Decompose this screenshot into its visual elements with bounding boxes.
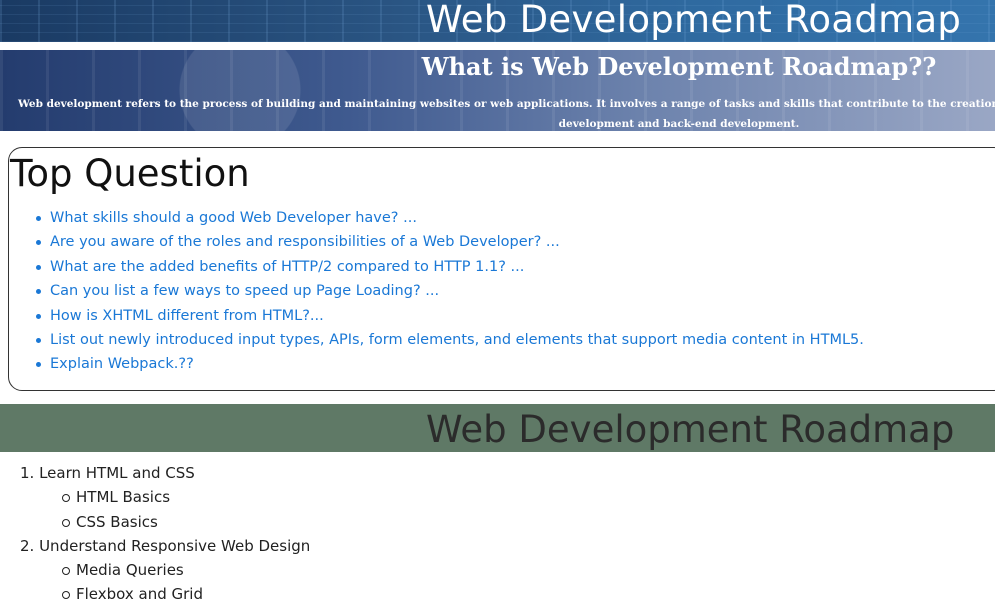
questions-list: What skills should a good Web Developer … (36, 206, 864, 377)
intro-heading: What is Web Development Roadmap?? (421, 52, 937, 81)
roadmap-banner: Web Development Roadmap (0, 404, 995, 452)
intro-section: What is Web Development Roadmap?? Web de… (0, 50, 995, 131)
question-link[interactable]: Can you list a few ways to speed up Page… (36, 279, 864, 303)
roadmap-title: Web Development Roadmap (426, 408, 955, 451)
roadmap-step: 1. Learn HTML and CSS (20, 464, 195, 482)
roadmap-steps: 1. Learn HTML and CSS HTML Basics CSS Ba… (20, 461, 310, 602)
question-link[interactable]: List out newly introduced input types, A… (36, 328, 864, 352)
question-link[interactable]: What skills should a good Web Developer … (36, 206, 864, 230)
roadmap-substep: CSS Basics (62, 510, 310, 534)
page-title: Web Development Roadmap (426, 0, 962, 41)
question-link[interactable]: How is XHTML different from HTML?... (36, 304, 864, 328)
roadmap-substep: Media Queries (62, 558, 310, 582)
question-link[interactable]: Explain Webpack.?? (36, 352, 864, 376)
roadmap-substeps: HTML Basics CSS Basics (20, 485, 310, 534)
top-questions-heading: Top Question (10, 152, 250, 195)
question-link[interactable]: What are the added benefits of HTTP/2 co… (36, 255, 864, 279)
question-link[interactable]: Are you aware of the roles and responsib… (36, 230, 864, 254)
roadmap-substep: Flexbox and Grid (62, 582, 310, 602)
roadmap-substeps: Media Queries Flexbox and Grid (20, 558, 310, 602)
top-questions-card: Top Question What skills should a good W… (8, 147, 995, 391)
header-banner: Web Development Roadmap (0, 0, 995, 42)
intro-text: Web development refers to the process of… (18, 98, 995, 130)
roadmap-step: 2. Understand Responsive Web Design (20, 536, 311, 555)
roadmap-substep: HTML Basics (62, 485, 310, 509)
